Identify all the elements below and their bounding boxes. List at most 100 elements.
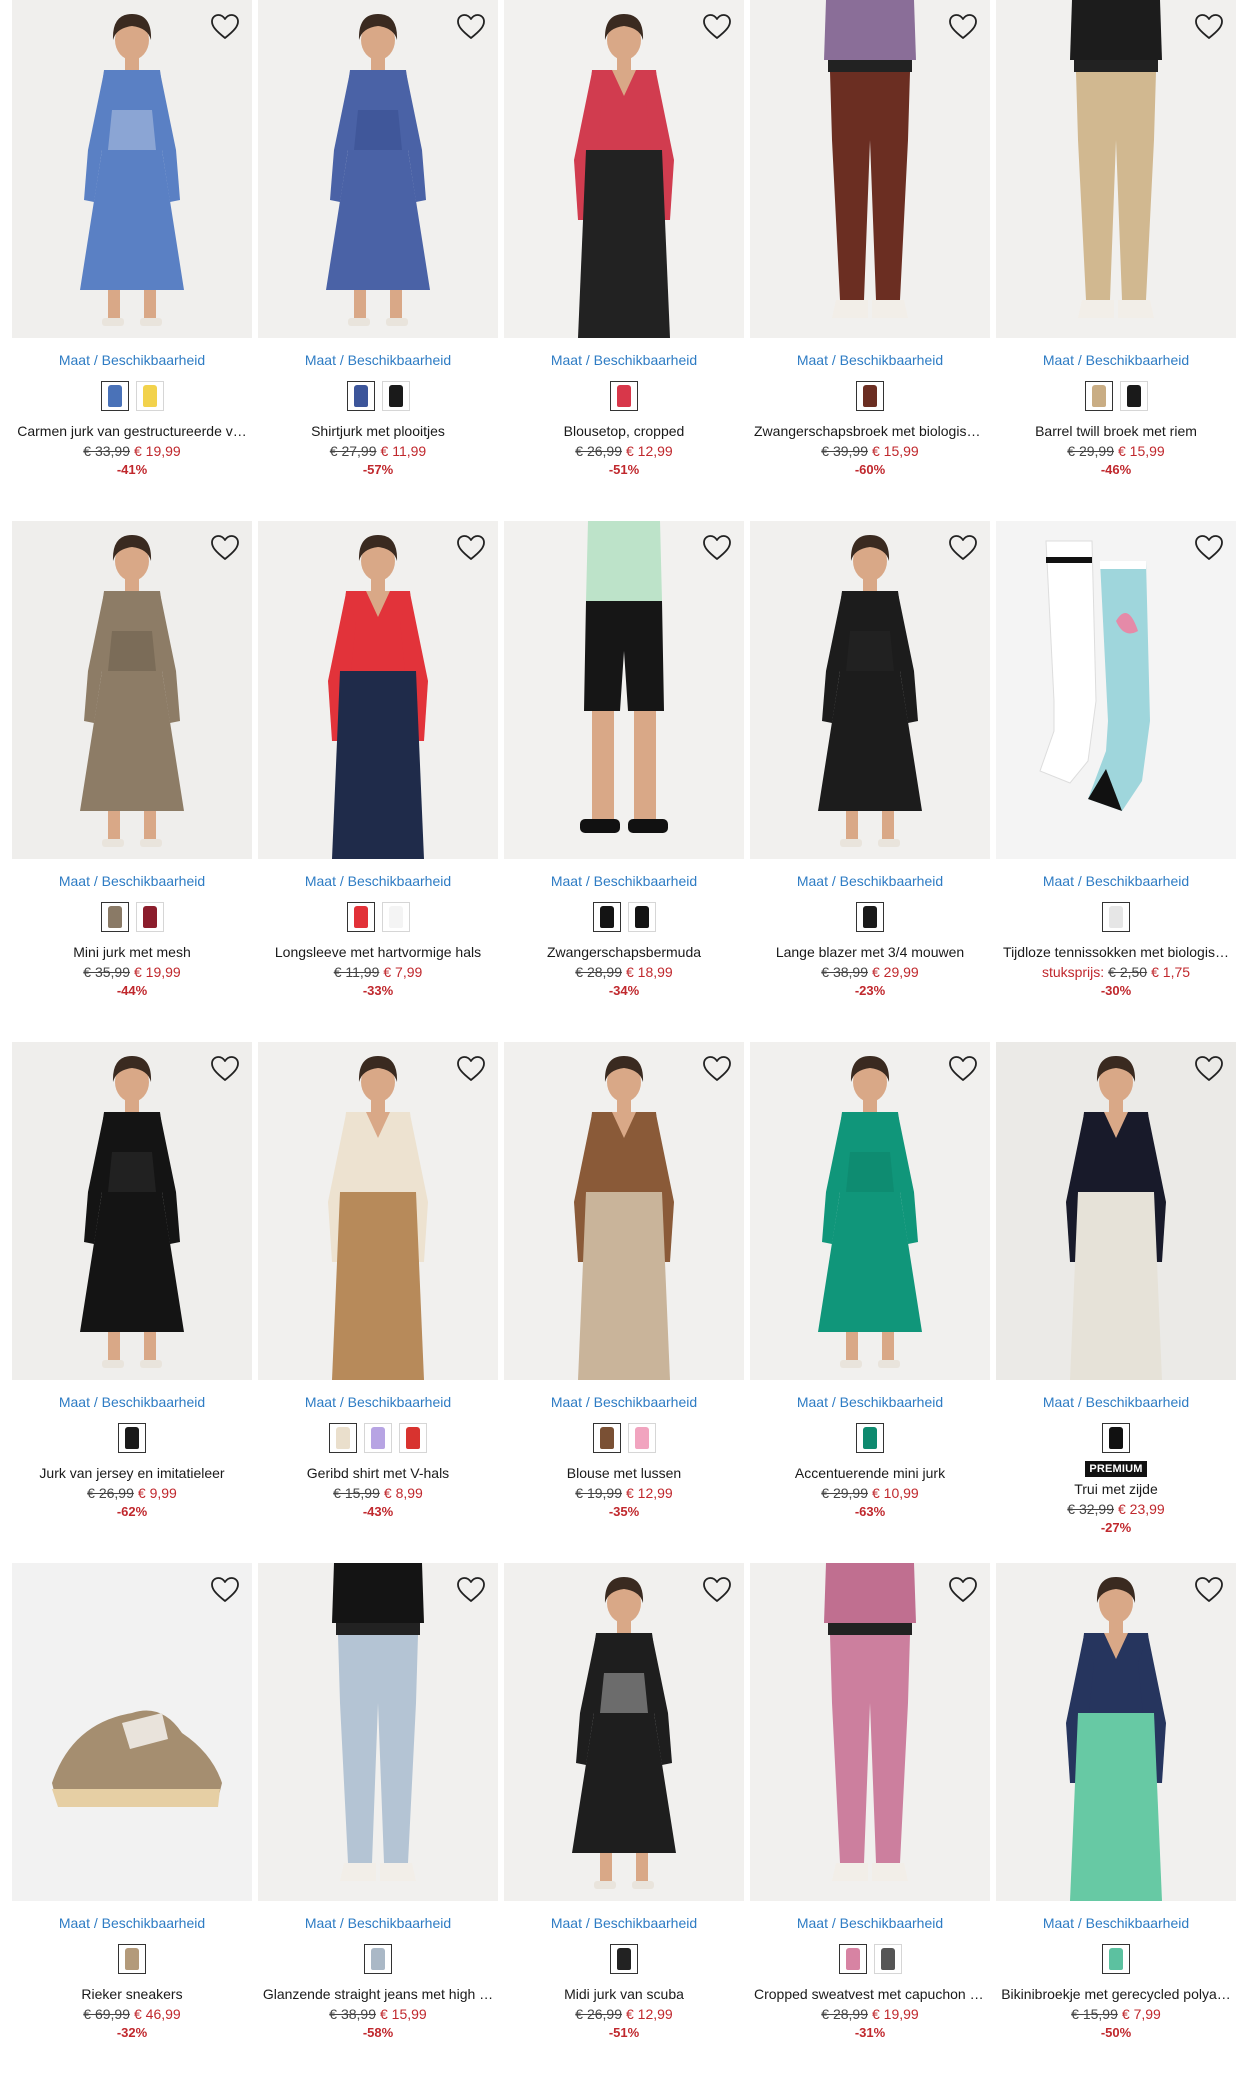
wishlist-heart-icon[interactable] <box>700 1052 734 1086</box>
wishlist-heart-icon[interactable] <box>946 531 980 565</box>
product-card[interactable]: Maat / Beschikbaarheid Lange blazer met … <box>750 521 990 1042</box>
wishlist-heart-icon[interactable] <box>1192 1573 1226 1607</box>
product-image[interactable] <box>996 0 1236 338</box>
wishlist-heart-icon[interactable] <box>1192 531 1226 565</box>
wishlist-heart-icon[interactable] <box>454 10 488 44</box>
product-card[interactable]: Maat / Beschikbaarheid Jurk van jersey e… <box>12 1042 252 1563</box>
product-name[interactable]: Lange blazer met 3/4 mouwen <box>750 942 990 962</box>
product-card[interactable]: Maat / Beschikbaarheid Accentuerende min… <box>750 1042 990 1563</box>
color-swatch[interactable] <box>610 381 638 411</box>
color-swatch[interactable] <box>627 902 656 932</box>
color-swatch[interactable] <box>627 1423 656 1453</box>
size-availability-link[interactable]: Maat / Beschikbaarheid <box>12 1393 252 1411</box>
color-swatch[interactable] <box>592 1423 621 1453</box>
product-image[interactable] <box>504 1563 744 1901</box>
size-availability-link[interactable]: Maat / Beschikbaarheid <box>504 872 744 890</box>
wishlist-heart-icon[interactable] <box>454 1573 488 1607</box>
wishlist-heart-icon[interactable] <box>454 531 488 565</box>
color-swatch[interactable] <box>856 381 884 411</box>
product-name[interactable]: Barrel twill broek met riem <box>996 421 1236 441</box>
product-name[interactable]: Zwangerschapsbermuda <box>504 942 744 962</box>
size-availability-link[interactable]: Maat / Beschikbaarheid <box>258 351 498 369</box>
product-image[interactable] <box>258 521 498 859</box>
wishlist-heart-icon[interactable] <box>700 1573 734 1607</box>
product-card[interactable]: Maat / Beschikbaarheid Blousetop, croppe… <box>504 0 744 521</box>
product-image[interactable] <box>996 521 1236 859</box>
color-swatch[interactable] <box>856 902 884 932</box>
color-swatch[interactable] <box>1119 381 1148 411</box>
product-card[interactable]: Maat / Beschikbaarheid Shirtjurk met plo… <box>258 0 498 521</box>
size-availability-link[interactable]: Maat / Beschikbaarheid <box>996 1393 1236 1411</box>
size-availability-link[interactable]: Maat / Beschikbaarheid <box>996 872 1236 890</box>
product-image[interactable] <box>12 1042 252 1380</box>
wishlist-heart-icon[interactable] <box>208 1052 242 1086</box>
product-name[interactable]: Jurk van jersey en imitatieleer <box>12 1463 252 1483</box>
color-swatch[interactable] <box>364 1423 392 1453</box>
size-availability-link[interactable]: Maat / Beschikbaarheid <box>504 1914 744 1932</box>
product-card[interactable]: Maat / Beschikbaarheid Midi jurk van scu… <box>504 1563 744 2084</box>
wishlist-heart-icon[interactable] <box>208 531 242 565</box>
product-image[interactable] <box>996 1042 1236 1380</box>
color-swatch[interactable] <box>118 1423 146 1453</box>
product-image[interactable] <box>12 521 252 859</box>
wishlist-heart-icon[interactable] <box>208 10 242 44</box>
size-availability-link[interactable]: Maat / Beschikbaarheid <box>258 1914 498 1932</box>
product-name[interactable]: Bikinibroekje met gerecycled polya… <box>996 1984 1236 2004</box>
product-name[interactable]: Zwangerschapsbroek met biologisc… <box>750 421 990 441</box>
color-swatch[interactable] <box>135 381 164 411</box>
size-availability-link[interactable]: Maat / Beschikbaarheid <box>504 351 744 369</box>
product-name[interactable]: Geribd shirt met V-hals <box>258 1463 498 1483</box>
product-card[interactable]: Maat / Beschikbaarheid Blouse met lussen… <box>504 1042 744 1563</box>
wishlist-heart-icon[interactable] <box>1192 1052 1226 1086</box>
product-image[interactable] <box>750 1563 990 1901</box>
product-name[interactable]: Blouse met lussen <box>504 1463 744 1483</box>
product-name[interactable]: Longsleeve met hartvormige hals <box>258 942 498 962</box>
product-image[interactable] <box>504 1042 744 1380</box>
product-card[interactable]: Maat / Beschikbaarheid Cropped sweatvest… <box>750 1563 990 2084</box>
product-card[interactable]: Maat / Beschikbaarheid Zwangerschapsbroe… <box>750 0 990 521</box>
product-card[interactable]: Maat / Beschikbaarheid Bikinibroekje met… <box>996 1563 1236 2084</box>
product-image[interactable] <box>12 0 252 338</box>
product-image[interactable] <box>750 0 990 338</box>
color-swatch[interactable] <box>118 1944 146 1974</box>
size-availability-link[interactable]: Maat / Beschikbaarheid <box>12 351 252 369</box>
product-image[interactable] <box>258 0 498 338</box>
wishlist-heart-icon[interactable] <box>946 10 980 44</box>
product-image[interactable] <box>504 0 744 338</box>
size-availability-link[interactable]: Maat / Beschikbaarheid <box>750 1393 990 1411</box>
color-swatch[interactable] <box>592 902 621 932</box>
size-availability-link[interactable]: Maat / Beschikbaarheid <box>12 872 252 890</box>
size-availability-link[interactable]: Maat / Beschikbaarheid <box>750 351 990 369</box>
wishlist-heart-icon[interactable] <box>946 1573 980 1607</box>
color-swatch[interactable] <box>1084 381 1113 411</box>
size-availability-link[interactable]: Maat / Beschikbaarheid <box>258 1393 498 1411</box>
product-card[interactable]: Maat / Beschikbaarheid PREMIUM Trui met z… <box>996 1042 1236 1563</box>
color-swatch[interactable] <box>346 381 375 411</box>
product-image[interactable] <box>258 1042 498 1380</box>
wishlist-heart-icon[interactable] <box>208 1573 242 1607</box>
product-name[interactable]: Carmen jurk van gestructureerde v… <box>12 421 252 441</box>
product-image[interactable] <box>258 1563 498 1901</box>
product-image[interactable] <box>750 1042 990 1380</box>
color-swatch[interactable] <box>610 1944 638 1974</box>
size-availability-link[interactable]: Maat / Beschikbaarheid <box>750 872 990 890</box>
color-swatch[interactable] <box>135 902 164 932</box>
size-availability-link[interactable]: Maat / Beschikbaarheid <box>258 872 498 890</box>
color-swatch[interactable] <box>100 902 129 932</box>
wishlist-heart-icon[interactable] <box>946 1052 980 1086</box>
product-image[interactable] <box>504 521 744 859</box>
product-name[interactable]: Trui met zijde <box>996 1479 1236 1499</box>
product-name[interactable]: Cropped sweatvest met capuchon i… <box>750 1984 990 2004</box>
product-card[interactable]: Maat / Beschikbaarheid Tijdloze tennisso… <box>996 521 1236 1042</box>
color-swatch[interactable] <box>1102 1944 1130 1974</box>
product-card[interactable]: Maat / Beschikbaarheid Zwangerschapsberm… <box>504 521 744 1042</box>
wishlist-heart-icon[interactable] <box>454 1052 488 1086</box>
product-card[interactable]: Maat / Beschikbaarheid Geribd shirt met … <box>258 1042 498 1563</box>
product-image[interactable] <box>12 1563 252 1901</box>
product-name[interactable]: Glanzende straight jeans met high … <box>258 1984 498 2004</box>
color-swatch[interactable] <box>873 1944 902 1974</box>
product-card[interactable]: Maat / Beschikbaarheid Rieker sneakers € … <box>12 1563 252 2084</box>
product-name[interactable]: Accentuerende mini jurk <box>750 1463 990 1483</box>
product-image[interactable] <box>996 1563 1236 1901</box>
product-name[interactable]: Mini jurk met mesh <box>12 942 252 962</box>
